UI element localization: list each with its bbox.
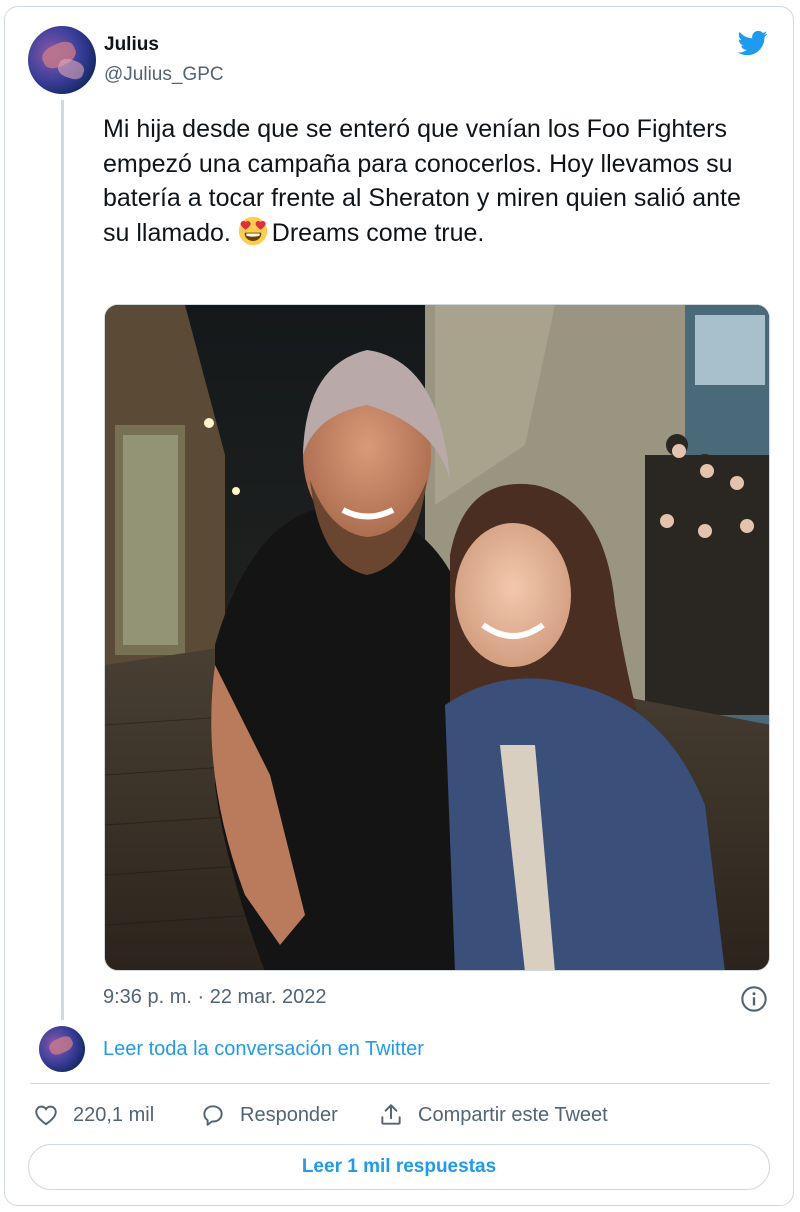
tweet-text: Mi hija desde que se enteró que venían l…: [103, 112, 773, 250]
divider: [30, 1083, 770, 1084]
author-name[interactable]: Julius: [104, 34, 159, 56]
reply-bubble-icon: [203, 1105, 223, 1126]
heart-eyes-emoji-icon: [238, 216, 267, 245]
reply-label: Responder: [240, 1103, 338, 1126]
info-icon[interactable]: [740, 985, 768, 1013]
share-label: Compartir este Tweet: [418, 1103, 608, 1126]
tweet-text-end: Dreams come true.: [271, 218, 485, 247]
reply-button[interactable]: Responder: [200, 1100, 338, 1130]
twitter-logo-icon[interactable]: [736, 28, 770, 58]
share-icon: [381, 1104, 401, 1125]
author-avatar[interactable]: [28, 26, 96, 94]
thread-line: [61, 100, 64, 1020]
tweet-photo[interactable]: [104, 304, 770, 971]
read-replies-button[interactable]: Leer 1 mil respuestas: [28, 1144, 770, 1190]
conversation-avatar[interactable]: [39, 1026, 85, 1072]
heart-icon: [35, 1105, 57, 1126]
author-handle[interactable]: @Julius_GPC: [104, 64, 224, 86]
like-count: 220,1 mil: [73, 1103, 155, 1126]
like-button[interactable]: 220,1 mil: [33, 1100, 154, 1130]
read-conversation-link[interactable]: Leer toda la conversación en Twitter: [103, 1038, 424, 1061]
photo-scene: [105, 305, 769, 970]
tweet-timestamp[interactable]: 9:36 p. m. · 22 mar. 2022: [103, 986, 326, 1009]
share-button[interactable]: Compartir este Tweet: [378, 1100, 608, 1130]
